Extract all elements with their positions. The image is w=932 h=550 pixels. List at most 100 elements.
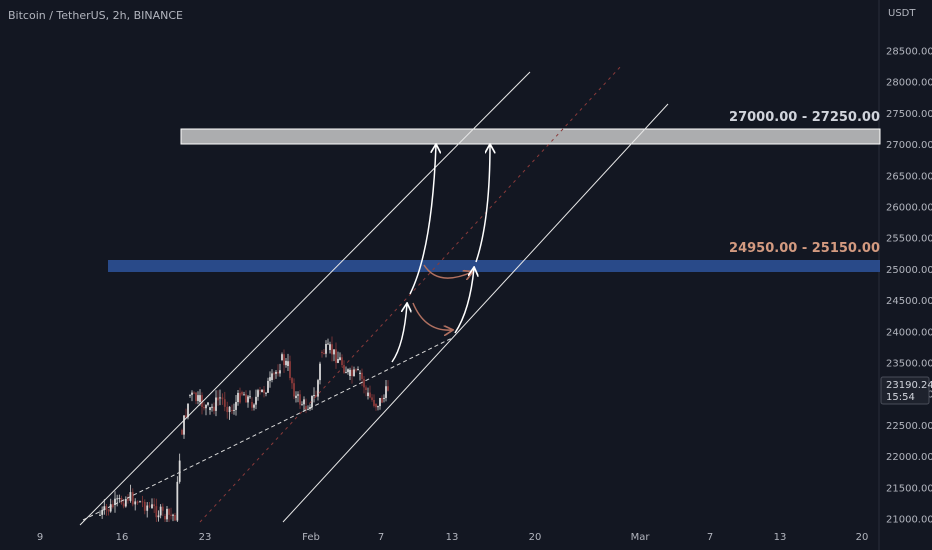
symbol-title: Bitcoin / TetherUS, 2h, BINANCE — [8, 9, 183, 22]
candle-body — [251, 402, 253, 408]
upper-zone-label: 27000.00 - 27250.00 — [729, 110, 880, 125]
x-tick-label: 20 — [856, 532, 869, 543]
candle-body — [387, 386, 389, 391]
candle-body — [209, 407, 211, 410]
candle-body — [337, 358, 339, 363]
candle-body — [189, 394, 191, 396]
y-tick-label: 22500.00 — [886, 421, 932, 432]
candle-body — [237, 392, 239, 403]
upper-resistance-zone[interactable] — [180, 128, 881, 145]
candle-body — [247, 396, 249, 403]
candle-body — [313, 395, 315, 397]
candle-body — [355, 369, 357, 371]
candle-body — [333, 349, 335, 355]
candle-body — [235, 402, 237, 410]
candle-body — [297, 394, 299, 396]
candle-body — [170, 514, 172, 516]
candle-body — [279, 370, 281, 374]
candle-body — [176, 481, 179, 521]
y-tick-label: 26000.00 — [886, 203, 932, 214]
candle-body — [166, 508, 168, 520]
candle-body — [339, 357, 341, 360]
candle-body — [363, 378, 365, 388]
y-tick-label: 26500.00 — [886, 171, 932, 182]
candle-body — [157, 515, 160, 518]
candle-body — [172, 514, 174, 516]
candle-body — [281, 354, 283, 360]
y-tick-label: 22000.00 — [886, 452, 932, 463]
candle-body — [193, 392, 195, 394]
candle-body — [351, 369, 353, 377]
lower-resistance-zone[interactable] — [108, 260, 880, 272]
candle-body — [261, 389, 263, 392]
candle-body — [349, 369, 351, 376]
candle-body — [329, 344, 331, 350]
candle-body — [99, 514, 101, 516]
candle-body — [291, 378, 293, 384]
x-tick-label: 13 — [774, 532, 787, 543]
candle-body — [371, 397, 373, 400]
candle-body — [211, 406, 213, 408]
candle-body — [365, 387, 367, 391]
candle-body — [228, 406, 231, 413]
y-tick-label: 27500.00 — [886, 109, 932, 120]
y-tick-label: 23500.00 — [886, 359, 932, 370]
candle-body — [289, 361, 291, 379]
candle-body — [259, 390, 261, 392]
x-tick-label: 16 — [116, 532, 129, 543]
candle-body — [273, 373, 275, 375]
candle-body — [122, 503, 125, 507]
candle-body — [359, 372, 361, 374]
candle-body — [174, 515, 176, 521]
candle-body — [109, 504, 112, 512]
candle-body — [131, 492, 134, 505]
x-tick-label: Mar — [631, 532, 651, 543]
currency-label: USDT — [888, 8, 916, 19]
candle-body — [353, 369, 355, 377]
candle-body — [275, 371, 277, 374]
candle-body — [267, 380, 269, 393]
candle-body — [181, 430, 183, 435]
candle-body — [317, 380, 319, 397]
y-tick-label: 24000.00 — [886, 327, 932, 338]
candle-body — [203, 406, 205, 409]
candle-body — [245, 394, 247, 403]
x-tick-label: Feb — [302, 532, 320, 543]
x-tick-label: 20 — [529, 532, 542, 543]
candle-body — [105, 506, 108, 510]
candle-body — [341, 357, 343, 366]
candle-body — [159, 506, 162, 516]
y-tick-label: 21500.00 — [886, 483, 932, 494]
y-tick-label: 28500.00 — [886, 47, 932, 58]
current-price-tag: 23190.24 15:54 — [880, 376, 932, 405]
candle-body — [283, 354, 285, 366]
x-tick-label: 7 — [378, 532, 384, 543]
candle-body — [191, 392, 193, 395]
candle-body — [124, 498, 127, 507]
candle-body — [164, 516, 166, 520]
candle-body — [205, 404, 207, 409]
candle-body — [385, 386, 387, 398]
candle-body — [321, 352, 323, 353]
candle-body — [249, 396, 251, 398]
candle-body — [255, 396, 257, 405]
price-chart[interactable]: Bitcoin / TetherUS, 2h, BINANCE USDT 285… — [0, 0, 932, 550]
candle-body — [377, 406, 379, 408]
candle-body — [231, 410, 233, 411]
candle-body — [107, 509, 110, 512]
candle-body — [217, 397, 219, 401]
candle-body — [153, 504, 156, 507]
candle-body — [295, 395, 297, 398]
candle-body — [311, 395, 313, 408]
candle-body — [299, 394, 301, 405]
lower-zone-label: 24950.00 - 25150.00 — [729, 241, 880, 256]
candle-body — [185, 415, 187, 418]
candle-body — [241, 392, 243, 395]
candle-body — [134, 501, 137, 505]
candle-body — [325, 344, 327, 354]
candle-body — [213, 406, 215, 411]
candle-body — [375, 404, 377, 408]
candle-body — [257, 390, 259, 397]
candle-body — [141, 501, 144, 503]
candle-body — [221, 397, 224, 400]
